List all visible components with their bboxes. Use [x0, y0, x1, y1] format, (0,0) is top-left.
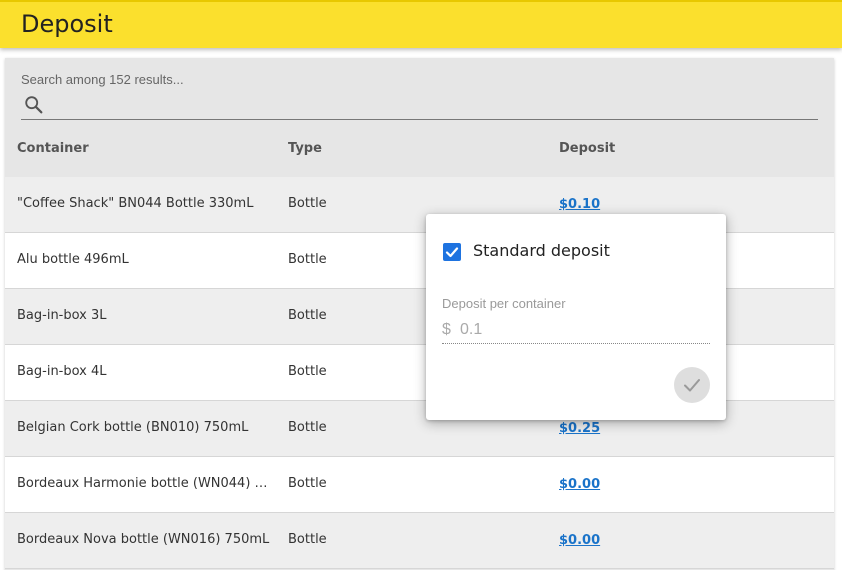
deposit-value-input[interactable]: 0.1 [460, 321, 482, 339]
cell-type: Bottle [288, 196, 327, 211]
top-app-bar: Deposit [0, 0, 842, 48]
checkmark-icon [684, 379, 700, 392]
standard-deposit-checkbox[interactable] [443, 243, 461, 261]
cell-container: Belgian Cork bottle (BN010) 750mL [17, 420, 249, 435]
standard-deposit-label[interactable]: Standard deposit [473, 241, 610, 260]
cell-container: "Coffee Shack" BN044 Bottle 330mL [17, 196, 254, 211]
deposit-link[interactable]: $0.10 [559, 197, 600, 212]
column-header-container[interactable]: Container [17, 141, 89, 156]
search-input[interactable] [53, 94, 813, 116]
column-header-type[interactable]: Type [288, 141, 322, 156]
cell-type: Bottle [288, 532, 327, 547]
deposit-per-container-label: Deposit per container [442, 296, 566, 311]
search-label: Search among 152 results... [21, 72, 184, 87]
cell-container: Bag-in-box 4L [17, 364, 107, 379]
cell-type: Bottle [288, 476, 327, 491]
deposit-edit-popover: Standard deposit Deposit per container $… [426, 214, 726, 420]
check-icon [445, 247, 459, 258]
cell-type: Bottle [288, 308, 327, 323]
deposit-link[interactable]: $0.25 [559, 421, 600, 436]
table-row[interactable]: Bordeaux Nova bottle (WN016) 750mL Bottl… [5, 513, 834, 569]
column-header-deposit[interactable]: Deposit [559, 141, 615, 156]
currency-symbol: $ [442, 321, 451, 338]
deposit-link[interactable]: $0.00 [559, 477, 600, 492]
cell-container: Bag-in-box 3L [17, 308, 107, 323]
cell-container: Alu bottle 496mL [17, 252, 129, 267]
deposit-per-container-field[interactable]: $ 0.1 [442, 318, 710, 344]
cell-type: Bottle [288, 364, 327, 379]
confirm-button[interactable] [674, 367, 710, 403]
page-title: Deposit [21, 10, 113, 38]
table-row[interactable]: Bordeaux Harmonie bottle (WN044) 5... Bo… [5, 457, 834, 513]
search-field[interactable] [21, 92, 818, 120]
table-header: Container Type Deposit [5, 132, 834, 176]
deposit-link[interactable]: $0.00 [559, 533, 600, 548]
cell-container: Bordeaux Harmonie bottle (WN044) 5... [17, 476, 275, 491]
cell-container: Bordeaux Nova bottle (WN016) 750mL [17, 532, 270, 547]
cell-type: Bottle [288, 252, 327, 267]
cell-type: Bottle [288, 420, 327, 435]
search-icon [25, 96, 43, 114]
